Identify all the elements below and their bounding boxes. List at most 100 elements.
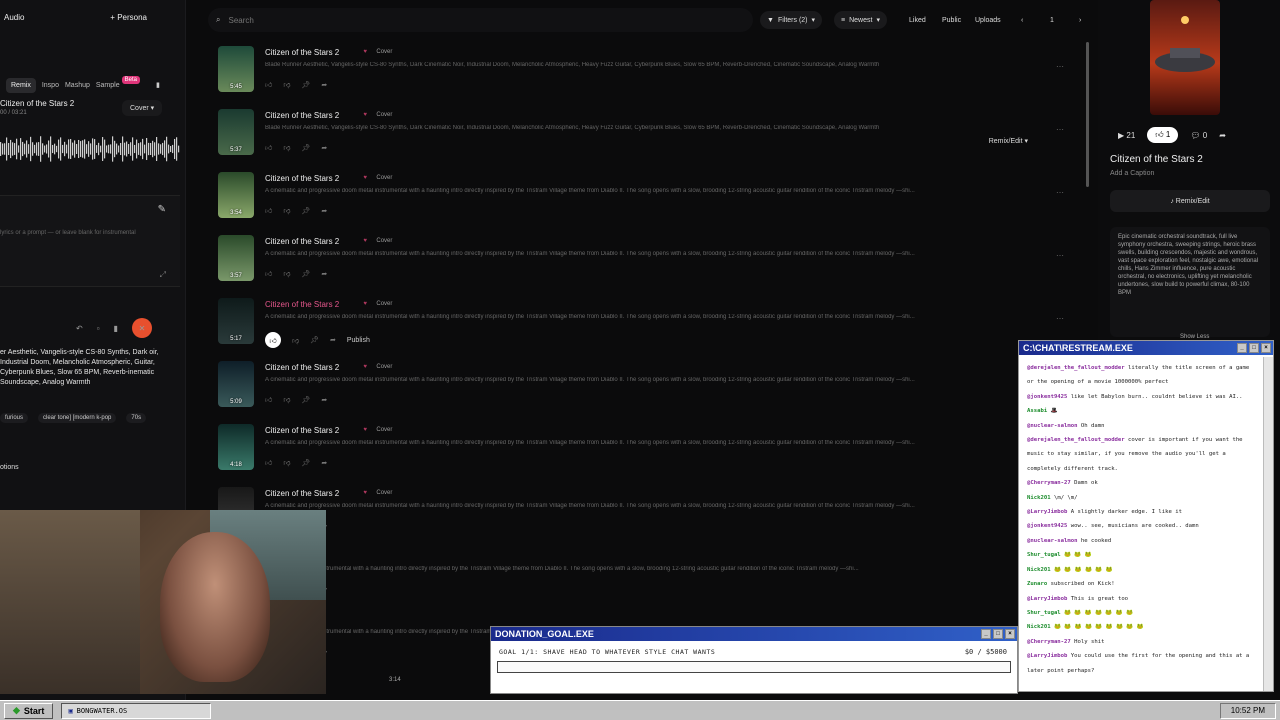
tab-audio[interactable]: Audio [4, 13, 24, 22]
next-page-icon[interactable]: › [1072, 11, 1088, 29]
delete-icon[interactable]: ▮ [114, 324, 118, 333]
share-icon[interactable]: ➦ [321, 144, 327, 152]
thumbs-down-icon[interactable]: 👎︎ [283, 206, 290, 215]
song-row[interactable]: 4:18 Citizen of the Stars 2 ♥ Cover A ci… [218, 424, 1078, 487]
thumbs-up-icon[interactable]: 👍︎ [265, 206, 272, 215]
more-options-icon[interactable]: ⋯ [1056, 314, 1064, 323]
thumbs-down-icon[interactable]: 👎︎ [292, 336, 299, 345]
song-title[interactable]: Citizen of the Stars 2 [265, 489, 339, 498]
pin-icon[interactable]: 📌︎ [301, 459, 310, 467]
search-bar[interactable]: ⌕ [208, 8, 753, 32]
song-thumbnail[interactable]: 3:57 [218, 235, 254, 281]
tag-chip[interactable]: 70s [126, 413, 147, 423]
start-button[interactable]: ◆ Start [4, 702, 54, 719]
comment-count[interactable]: 💬︎ 0 [1190, 131, 1207, 140]
like-count[interactable]: 👍︎ 1 [1147, 127, 1179, 143]
song-row[interactable]: 3:54 Citizen of the Stars 2 ♥ Cover A ci… [218, 172, 1078, 235]
share-icon[interactable]: ➦ [321, 81, 327, 89]
publish-button[interactable]: Publish [347, 337, 370, 344]
liked-filter[interactable]: Liked [902, 11, 933, 29]
song-row[interactable]: 5:09 Citizen of the Stars 2 ♥ Cover A ci… [218, 361, 1078, 424]
chat-titlebar[interactable]: C:\CHAT\RESTREAM.EXE _ □ × [1019, 341, 1273, 355]
thumbs-up-icon[interactable]: 👍︎ [265, 80, 272, 89]
song-title[interactable]: Citizen of the Stars 2 [265, 48, 339, 57]
thumbs-up-icon[interactable]: 👍︎ [265, 269, 272, 278]
style-prompt[interactable]: er Aesthetic, Vangelis-style CS-80 Synth… [0, 348, 162, 388]
thumbs-down-icon[interactable]: 👎︎ [283, 143, 290, 152]
chat-scrollbar[interactable] [1263, 357, 1273, 691]
thumbs-down-icon[interactable]: 👎︎ [283, 80, 290, 89]
song-thumbnail[interactable]: 3:54 [218, 172, 254, 218]
song-title[interactable]: Citizen of the Stars 2 [265, 174, 339, 183]
share-icon[interactable]: ➦ [321, 459, 327, 467]
thumbs-down-icon[interactable]: 👎︎ [283, 395, 290, 404]
song-thumbnail[interactable]: 4:18 [218, 424, 254, 470]
more-options-icon[interactable]: ⋯ [1056, 251, 1064, 260]
song-row[interactable]: Citizen of the Stars 2 ♥ Cover A cinemat… [218, 487, 1078, 550]
filters-button[interactable]: ▼ Filters (2) ▾ [760, 11, 823, 29]
prev-page-icon[interactable]: ‹ [1014, 11, 1030, 29]
donation-titlebar[interactable]: DONATION_GOAL.EXE _ □ × [491, 627, 1017, 641]
thumbs-down-icon[interactable]: 👎︎ [283, 269, 290, 278]
thumbs-up-icon[interactable]: 👍︎ [265, 395, 272, 404]
pin-icon[interactable]: 📌︎ [301, 396, 310, 404]
cover-select[interactable]: Cover ▾ [122, 100, 163, 116]
close-icon[interactable]: × [1261, 343, 1271, 353]
share-icon[interactable]: ➦ [330, 336, 336, 344]
more-options-icon[interactable]: ⋯ [1056, 125, 1064, 134]
minimize-icon[interactable]: _ [1237, 343, 1247, 353]
song-row[interactable]: 3:57 Citizen of the Stars 2 ♥ Cover A ci… [218, 235, 1078, 298]
search-input[interactable] [228, 15, 709, 25]
chip-inspo[interactable]: Inspo [42, 82, 59, 89]
sort-button[interactable]: ≡ Newest ▾ [834, 11, 887, 29]
share-icon[interactable]: ➦ [321, 207, 327, 215]
thumbs-up-icon[interactable]: 👍︎ [265, 332, 281, 348]
add-caption[interactable]: Add a Caption [1110, 170, 1154, 177]
song-row[interactable]: 5:37 Citizen of the Stars 2 ♥ Cover Blad… [218, 109, 1078, 172]
play-count[interactable]: ▶ 21 [1118, 131, 1135, 140]
maximize-icon[interactable]: □ [1249, 343, 1259, 353]
magic-wand-icon[interactable]: ✎ [158, 204, 166, 215]
uploads-filter[interactable]: Uploads [968, 11, 1008, 29]
song-thumbnail[interactable]: 5:37 [218, 109, 254, 155]
chip-mashup[interactable]: Mashup [65, 82, 90, 89]
pin-icon[interactable]: 📌︎ [310, 336, 319, 344]
pin-icon[interactable]: 📌︎ [301, 207, 310, 215]
chip-remix[interactable]: Remix [6, 77, 36, 93]
song-title[interactable]: Citizen of the Stars 2 [265, 111, 339, 120]
thumbs-up-icon[interactable]: 👍︎ [265, 458, 272, 467]
tag-chip[interactable]: furious [0, 413, 29, 423]
song-title[interactable]: Citizen of the Stars 2 [265, 363, 339, 372]
lyrics-input[interactable]: ✎ lyrics or a prompt — or leave blank fo… [0, 195, 180, 287]
pin-icon[interactable]: 📌︎ [301, 270, 310, 278]
chip-sample[interactable]: Sample [96, 82, 120, 89]
expand-icon[interactable]: ⤢ [160, 270, 166, 280]
more-options[interactable]: otions [0, 464, 19, 471]
public-filter[interactable]: Public [935, 11, 968, 29]
remix-edit-button[interactable]: ♪ Remix/Edit [1110, 190, 1270, 212]
pin-icon[interactable]: 📌︎ [301, 81, 310, 89]
thumbs-down-icon[interactable]: 👎︎ [283, 458, 290, 467]
song-thumbnail[interactable]: 5:45 [218, 46, 254, 92]
scrollbar[interactable] [1086, 42, 1089, 187]
share-icon[interactable]: ➦ [321, 396, 327, 404]
tab-persona[interactable]: + Persona [110, 13, 147, 22]
song-thumbnail[interactable]: 5:09 [218, 361, 254, 407]
taskbar-item[interactable]: ▣ BONGWATER.OS [61, 702, 212, 719]
song-thumbnail[interactable]: 5:17 [218, 298, 254, 344]
song-title[interactable]: Citizen of the Stars 2 [265, 300, 339, 309]
song-row[interactable]: s 2 ♥ Cover ressive doom metal instrumen… [218, 550, 1078, 613]
undo-icon[interactable]: ↶ [76, 324, 83, 333]
song-title[interactable]: Citizen of the Stars 2 [265, 237, 339, 246]
waveform[interactable] [0, 132, 180, 166]
song-title[interactable]: Citizen of the Stars 2 [265, 426, 339, 435]
trash-icon[interactable]: ▮ [156, 81, 160, 89]
close-icon[interactable]: × [1005, 629, 1015, 639]
share-icon[interactable]: ➦ [321, 270, 327, 278]
more-options-icon[interactable]: ⋯ [1056, 188, 1064, 197]
randomize-button[interactable]: ✕ [131, 318, 152, 338]
remix-edit-button[interactable]: Remix/Edit ▾ [989, 137, 1028, 145]
minimize-icon[interactable]: _ [981, 629, 991, 639]
maximize-icon[interactable]: □ [993, 629, 1003, 639]
song-row[interactable]: 5:17 Citizen of the Stars 2 ♥ Cover A ci… [218, 298, 1078, 361]
